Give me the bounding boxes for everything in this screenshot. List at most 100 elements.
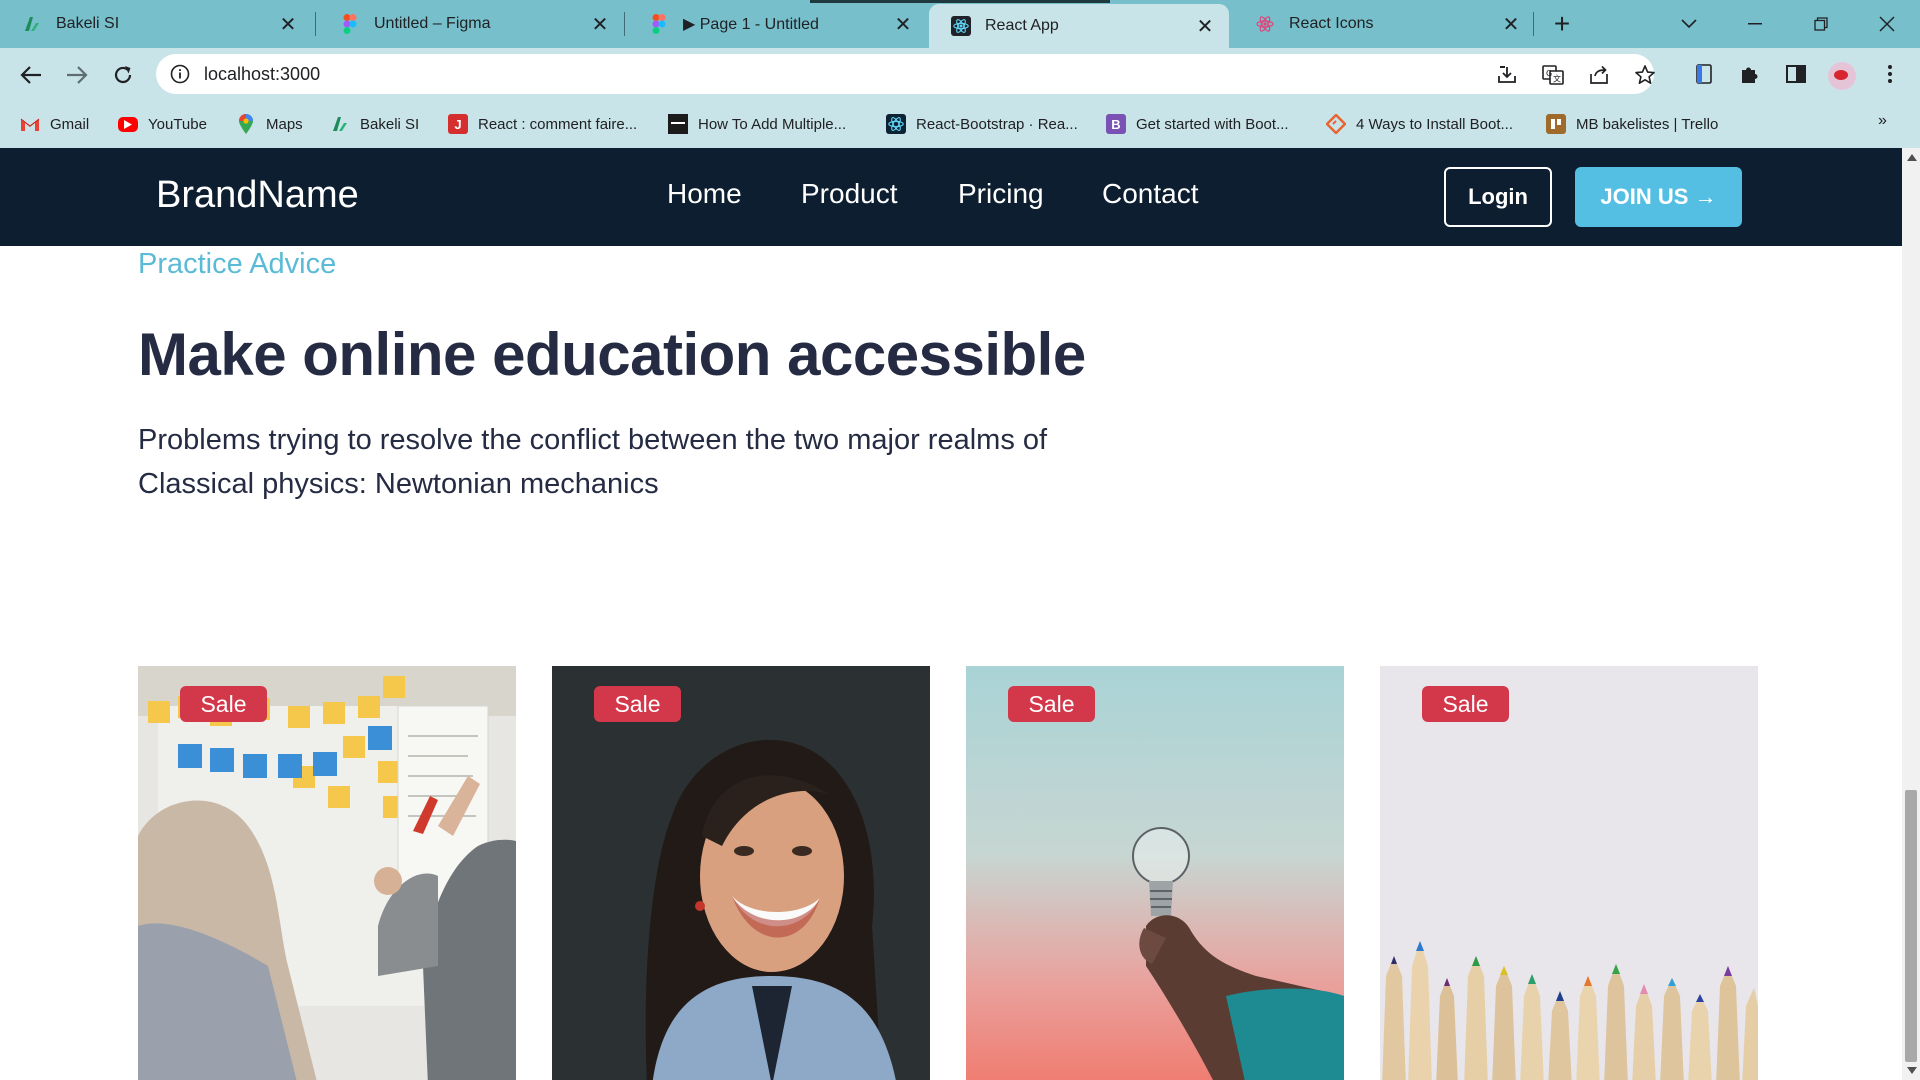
tab-figma-page1[interactable]: ▶ Page 1 - Untitled ✕ — [627, 0, 927, 48]
bookmarks-bar: Gmail YouTube Maps Bakeli SI J React : c… — [0, 100, 1920, 148]
nav-link-product[interactable]: Product — [801, 178, 898, 210]
install-app-icon[interactable] — [1496, 64, 1518, 86]
figma-icon — [340, 14, 360, 34]
browser-toolbar: localhost:3000 G文 — [0, 48, 1920, 100]
maps-icon — [236, 114, 256, 134]
sale-badge: Sale — [180, 686, 267, 722]
bookmark-label: React-Bootstrap · Rea... — [916, 115, 1078, 133]
scroll-down-arrow-icon[interactable] — [1907, 1067, 1917, 1074]
bookmark-install-bootstrap[interactable]: 4 Ways to Install Boot... — [1326, 112, 1513, 136]
brand-logo[interactable]: BrandName — [156, 174, 359, 217]
scroll-up-arrow-icon[interactable] — [1907, 154, 1917, 161]
product-card[interactable]: Sale — [138, 666, 516, 1080]
tab-loading-indicator — [810, 0, 1110, 3]
tab-title: React App — [985, 17, 1059, 34]
bootstrap-icon: B — [1106, 114, 1126, 134]
colored-pencils-photo — [1380, 666, 1758, 1080]
tab-separator — [1533, 12, 1534, 36]
j-icon: J — [448, 114, 468, 134]
close-icon[interactable]: ✕ — [1501, 14, 1521, 36]
tab-title: ▶ Page 1 - Untitled — [683, 16, 819, 33]
bookmark-gmail[interactable]: Gmail — [20, 112, 89, 136]
tab-figma-untitled[interactable]: Untitled – Figma ✕ — [318, 0, 624, 48]
new-tab-plus-icon[interactable]: + — [1548, 10, 1576, 38]
tab-react-app[interactable]: React App ✕ — [929, 4, 1229, 48]
close-icon[interactable]: ✕ — [893, 14, 913, 36]
forward-arrow-icon[interactable] — [62, 60, 92, 90]
login-button[interactable]: Login — [1444, 167, 1552, 227]
bookmark-star-icon[interactable] — [1634, 64, 1656, 86]
team-sticky-notes-photo — [138, 666, 516, 1080]
bookmark-label: Maps — [266, 115, 303, 133]
tab-react-icons[interactable]: React Icons ✕ — [1233, 0, 1535, 48]
extension-doc-icon[interactable] — [1692, 62, 1716, 86]
more-menu-icon[interactable] — [1878, 62, 1902, 86]
bookmark-youtube[interactable]: YouTube — [118, 112, 207, 136]
bookmark-label: How To Add Multiple... — [698, 115, 847, 133]
page-scrollbar[interactable] — [1902, 148, 1920, 1080]
reload-icon[interactable] — [108, 60, 138, 90]
bookmark-label: YouTube — [148, 115, 207, 133]
scrollbar-thumb[interactable] — [1905, 790, 1917, 1062]
bookmark-label: MB bakelistes | Trello — [1576, 115, 1719, 133]
browser-window: Bakeli SI ✕ Untitled – Figma ✕ ▶ Page 1 … — [0, 0, 1920, 1080]
nav-link-pricing[interactable]: Pricing — [958, 178, 1044, 210]
translate-icon[interactable]: G文 — [1542, 64, 1564, 86]
minimize-icon[interactable] — [1740, 10, 1770, 38]
bookmark-trello[interactable]: MB bakelistes | Trello — [1546, 112, 1718, 136]
bookmark-label: React : comment faire... — [478, 115, 638, 133]
profile-avatar[interactable] — [1828, 62, 1856, 90]
site-navbar: BrandName Home Product Pricing Contact L… — [0, 148, 1902, 246]
section-eyebrow: Practice Advice — [138, 248, 337, 280]
tab-title: Bakeli SI — [56, 15, 120, 32]
diamond-icon — [1326, 114, 1346, 134]
close-window-icon[interactable] — [1872, 10, 1902, 38]
extensions-puzzle-icon[interactable] — [1738, 62, 1762, 86]
address-bar[interactable]: localhost:3000 G文 — [156, 54, 1656, 94]
bookmark-label: 4 Ways to Install Boot... — [1356, 115, 1514, 133]
join-us-button[interactable]: JOIN US → — [1575, 167, 1742, 227]
close-icon[interactable]: ✕ — [590, 14, 610, 36]
tab-search-chevron-icon[interactable] — [1674, 10, 1704, 38]
bookmarks-overflow-chevron-icon[interactable]: » — [1878, 112, 1887, 130]
product-card[interactable]: Sale — [552, 666, 930, 1080]
bookmark-get-started-bootstrap[interactable]: B Get started with Boot... — [1106, 112, 1289, 136]
restore-icon[interactable] — [1806, 10, 1836, 38]
product-card[interactable]: Sale — [966, 666, 1344, 1080]
side-panel-icon[interactable] — [1784, 62, 1808, 86]
nav-link-home[interactable]: Home — [667, 178, 742, 210]
trello-icon — [1546, 114, 1566, 134]
section-headline: Make online education accessible — [138, 321, 1086, 388]
sale-badge: Sale — [594, 686, 681, 722]
nav-link-contact[interactable]: Contact — [1102, 178, 1199, 210]
close-icon[interactable]: ✕ — [1195, 16, 1215, 38]
tab-separator — [624, 12, 625, 36]
bookmark-how-to-add[interactable]: How To Add Multiple... — [668, 112, 846, 136]
gmail-icon — [20, 114, 40, 134]
tab-separator — [315, 12, 316, 36]
back-arrow-icon[interactable] — [16, 60, 46, 90]
bookmark-label: Bakeli SI — [360, 115, 420, 133]
bookmark-label: Gmail — [50, 115, 90, 133]
sale-badge: Sale — [1008, 686, 1095, 722]
tab-title: Untitled – Figma — [374, 15, 491, 32]
bookmark-react-bootstrap[interactable]: React-Bootstrap · Rea... — [886, 112, 1078, 136]
product-card[interactable]: Sale — [1380, 666, 1758, 1080]
url-text[interactable]: localhost:3000 — [204, 64, 320, 85]
bookmark-maps[interactable]: Maps — [236, 112, 303, 136]
bookmark-react-comment[interactable]: J React : comment faire... — [448, 112, 637, 136]
close-icon[interactable]: ✕ — [278, 14, 298, 36]
tab-strip: Bakeli SI ✕ Untitled – Figma ✕ ▶ Page 1 … — [0, 0, 1920, 48]
react-bootstrap-icon — [886, 114, 906, 134]
figma-icon — [649, 14, 669, 34]
tab-bakeli[interactable]: Bakeli SI ✕ — [0, 0, 312, 48]
bookmark-bakeli[interactable]: Bakeli SI — [330, 112, 419, 136]
site-info-icon[interactable] — [170, 64, 190, 84]
smiling-woman-photo — [552, 666, 930, 1080]
react-icon — [951, 16, 971, 36]
sale-badge: Sale — [1422, 686, 1509, 722]
share-icon[interactable] — [1588, 64, 1610, 86]
page-viewport: BrandName Home Product Pricing Contact L… — [0, 148, 1920, 1080]
svg-text:G: G — [1546, 69, 1552, 78]
svg-text:文: 文 — [1553, 74, 1561, 84]
